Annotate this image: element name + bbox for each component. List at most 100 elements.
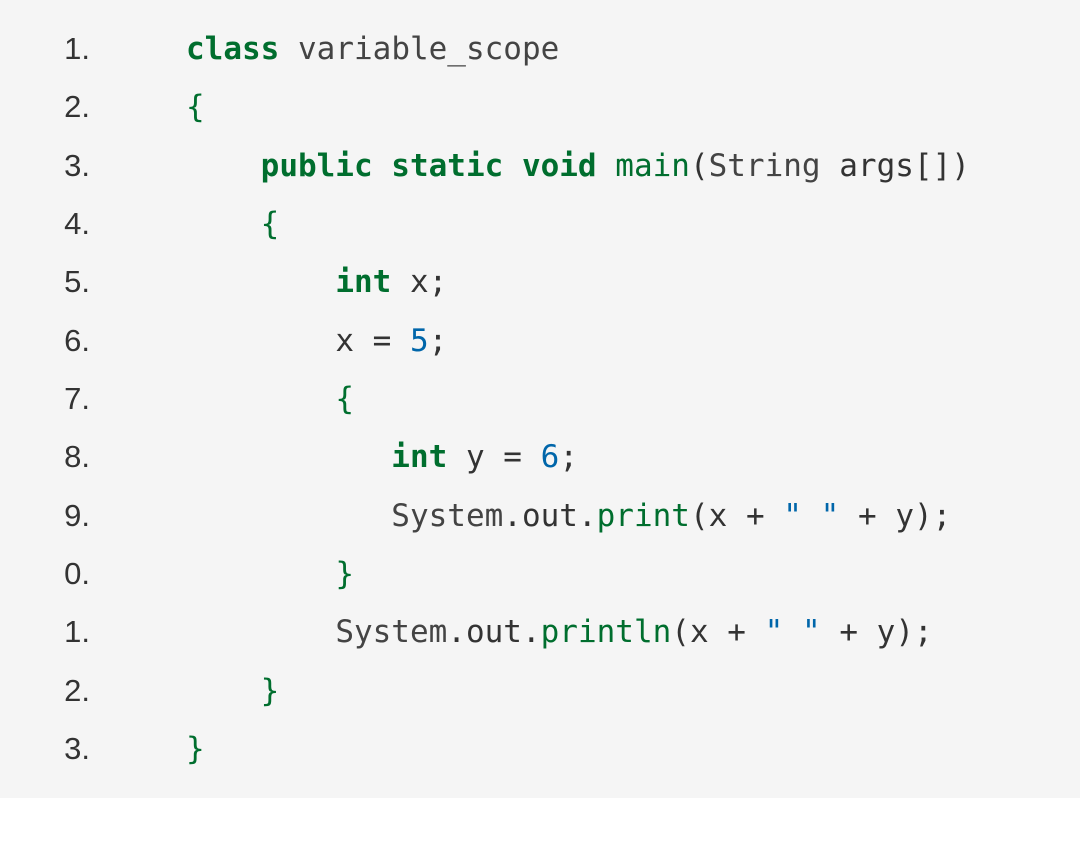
code-line: 3. public static void main(String args[]… — [0, 137, 1080, 195]
code-token — [597, 148, 616, 184]
code-token: x — [690, 614, 727, 650]
code-token: " " — [765, 614, 821, 650]
line-number: 1. — [0, 603, 130, 660]
code-token — [821, 148, 840, 184]
code-token: " " — [783, 498, 839, 534]
line-number: 1. — [0, 20, 130, 77]
code-content: { — [130, 196, 279, 253]
code-token: print — [597, 498, 690, 534]
code-token: out — [466, 614, 522, 650]
code-token — [877, 498, 896, 534]
code-token: } — [261, 673, 280, 709]
code-token: int — [391, 439, 447, 475]
code-token: 6 — [541, 439, 560, 475]
code-token: ( — [671, 614, 690, 650]
code-token: = — [503, 439, 522, 475]
code-token — [447, 439, 466, 475]
code-token: . — [503, 498, 522, 534]
code-token: + — [858, 498, 877, 534]
code-line: 5. int x; — [0, 253, 1080, 311]
line-number: 7. — [0, 370, 130, 427]
line-number: 3. — [0, 720, 130, 777]
line-number: 2. — [0, 78, 130, 135]
code-block: 1. class variable_scope2. {3. public sta… — [0, 0, 1080, 798]
code-token: } — [335, 556, 354, 592]
code-token: out — [522, 498, 578, 534]
code-line: 4. { — [0, 195, 1080, 253]
code-line: 2. } — [0, 662, 1080, 720]
code-line: 8. int y = 6; — [0, 428, 1080, 486]
line-number: 5. — [0, 253, 130, 310]
code-token: x — [335, 323, 372, 359]
code-token: + — [746, 498, 765, 534]
code-line: 1. class variable_scope — [0, 20, 1080, 78]
code-token: } — [186, 731, 205, 767]
line-number: 8. — [0, 428, 130, 485]
code-line: 3. } — [0, 720, 1080, 778]
code-token: { — [335, 381, 354, 417]
code-token — [391, 323, 410, 359]
line-number: 9. — [0, 487, 130, 544]
code-token: ; — [429, 264, 448, 300]
code-token: args — [839, 148, 914, 184]
code-token: ; — [559, 439, 578, 475]
code-token: y — [895, 498, 914, 534]
line-number: 4. — [0, 195, 130, 252]
code-token: x — [410, 264, 429, 300]
code-token — [839, 498, 858, 534]
code-line: 0. } — [0, 545, 1080, 603]
code-content: } — [130, 546, 354, 603]
code-line: 9. System.out.print(x + " " + y); — [0, 487, 1080, 545]
code-token: println — [541, 614, 672, 650]
code-token — [522, 439, 541, 475]
code-token: String — [709, 148, 821, 184]
code-token: . — [447, 614, 466, 650]
code-content: System.out.println(x + " " + y); — [130, 604, 933, 661]
code-token: { — [186, 89, 205, 125]
code-token: { — [261, 206, 280, 242]
code-token: System — [335, 614, 447, 650]
line-number: 3. — [0, 137, 130, 194]
code-token: class — [186, 31, 279, 67]
code-content: x = 5; — [130, 313, 447, 370]
code-token — [279, 31, 298, 67]
code-content: } — [130, 663, 279, 720]
code-token: System — [391, 498, 503, 534]
code-content: int y = 6; — [130, 429, 578, 486]
code-token: y — [877, 614, 896, 650]
code-content: { — [130, 371, 354, 428]
line-number: 2. — [0, 662, 130, 719]
code-content: { — [130, 79, 205, 136]
code-content: class variable_scope — [130, 21, 559, 78]
code-content: } — [130, 721, 205, 778]
code-token: 5 — [410, 323, 429, 359]
code-token — [765, 498, 784, 534]
code-line: 6. x = 5; — [0, 312, 1080, 370]
code-token: public static void — [261, 148, 597, 184]
code-token: ( — [690, 148, 709, 184]
code-token: ); — [914, 498, 951, 534]
code-token: []) — [914, 148, 970, 184]
line-number: 6. — [0, 312, 130, 369]
code-token: main — [615, 148, 690, 184]
line-number: 0. — [0, 545, 130, 602]
code-token: + — [727, 614, 746, 650]
code-token: y — [466, 439, 503, 475]
code-content: public static void main(String args[]) — [130, 138, 970, 195]
code-token: x — [709, 498, 746, 534]
code-token: ); — [895, 614, 932, 650]
code-token — [391, 264, 410, 300]
code-token: = — [373, 323, 392, 359]
code-token — [821, 614, 840, 650]
code-token: . — [578, 498, 597, 534]
code-token: . — [522, 614, 541, 650]
code-token: variable_scope — [298, 31, 559, 67]
code-token: int — [335, 264, 391, 300]
code-token: ( — [690, 498, 709, 534]
code-token: + — [839, 614, 858, 650]
code-content: int x; — [130, 254, 447, 311]
code-content: System.out.print(x + " " + y); — [130, 488, 951, 545]
code-token: ; — [429, 323, 448, 359]
code-line: 1. System.out.println(x + " " + y); — [0, 603, 1080, 661]
code-token — [858, 614, 877, 650]
